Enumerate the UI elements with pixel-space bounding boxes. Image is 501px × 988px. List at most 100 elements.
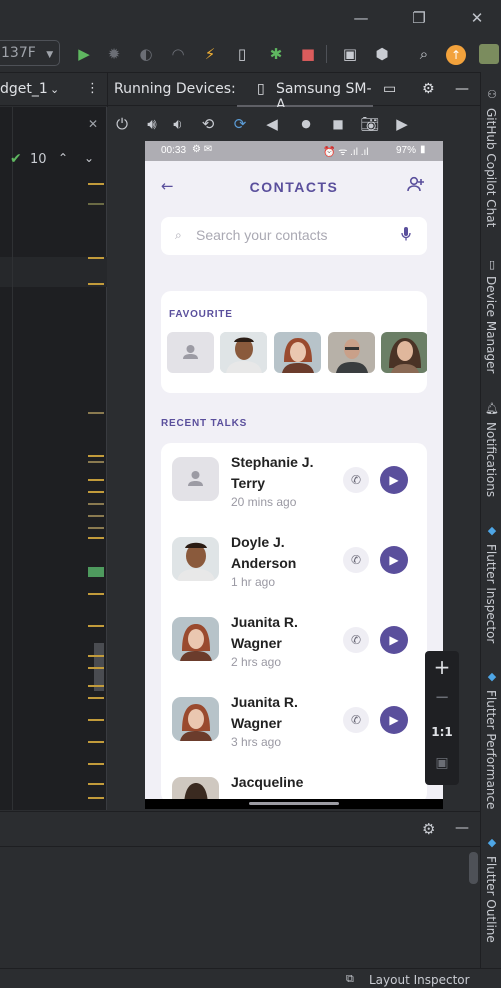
microphone-icon[interactable] — [401, 227, 411, 246]
volume-down-icon[interactable]: 🔉︎ — [168, 114, 188, 134]
video-call-button[interactable]: ▶ — [380, 546, 408, 574]
zoom-in-button[interactable]: + — [425, 655, 459, 679]
run-icon[interactable]: ▶ — [74, 44, 94, 64]
video-call-button[interactable]: ▶ — [380, 706, 408, 734]
tool-device-manager[interactable]: Device Manager — [484, 276, 498, 373]
more-options-icon[interactable]: ⋮ — [86, 81, 99, 96]
zoom-fit-button[interactable]: ▣ — [425, 755, 459, 771]
list-item[interactable]: Jacqueline — [161, 763, 427, 799]
call-button[interactable]: ✆ — [343, 707, 369, 733]
gutter-marker[interactable] — [88, 455, 104, 457]
favourite-avatar[interactable] — [328, 332, 375, 373]
gutter-marker[interactable] — [88, 783, 104, 785]
close-icon[interactable]: ✕ — [466, 8, 488, 28]
zoom-actual-size-button[interactable]: 1:1 — [425, 725, 459, 739]
device-manager-icon[interactable]: ▣ — [340, 44, 360, 64]
debug-icon[interactable]: ✹ — [104, 44, 124, 64]
tool-flutter-outline[interactable]: Flutter Outline — [484, 856, 498, 943]
gutter-marker[interactable] — [88, 625, 104, 627]
gutter-marker[interactable] — [88, 741, 104, 743]
overview-icon[interactable]: ■ — [328, 114, 348, 134]
call-button[interactable]: ✆ — [343, 467, 369, 493]
gutter-marker[interactable] — [88, 719, 104, 721]
gutter-marker[interactable] — [88, 412, 104, 414]
gutter-marker[interactable] — [88, 461, 104, 463]
tool-github-copilot-chat[interactable]: GitHub Copilot Chat — [484, 108, 498, 227]
restore-icon[interactable]: ❐ — [408, 8, 430, 28]
tool-notifications[interactable]: Notifications — [484, 422, 498, 497]
gutter-marker[interactable] — [88, 667, 104, 669]
profiler-icon[interactable]: ◠ — [168, 44, 188, 64]
chevron-down-icon[interactable]: ⌄ — [50, 83, 59, 96]
layout-inspector-icon[interactable]: ⧉ — [346, 972, 354, 986]
gutter-marker[interactable] — [88, 203, 104, 205]
video-call-button[interactable]: ▶ — [380, 626, 408, 654]
gear-icon[interactable]: ⚙ — [422, 820, 435, 838]
video-call-button[interactable]: ▶ — [380, 466, 408, 494]
gesture-nav-bar[interactable] — [249, 802, 339, 805]
back-icon[interactable]: ◀ — [262, 114, 282, 134]
list-item[interactable]: Juanita R. Wagner 3 hrs ago ✆ ▶ — [161, 683, 427, 763]
gutter-marker[interactable] — [88, 527, 104, 529]
list-item[interactable]: Stephanie J. Terry 20 mins ago ✆ ▶ — [161, 443, 427, 523]
gutter-marker[interactable] — [88, 183, 104, 185]
layout-inspector-label[interactable]: Layout Inspector — [369, 973, 470, 987]
list-item[interactable]: Doyle J. Anderson 1 hr ago ✆ ▶ — [161, 523, 427, 603]
sdk-manager-icon[interactable]: ⬢ — [372, 44, 392, 64]
gutter-marker[interactable] — [88, 655, 104, 657]
chevron-up-icon[interactable]: ⌃ — [58, 151, 68, 165]
gutter-marker[interactable] — [88, 479, 104, 481]
flutter-icon[interactable]: ◆ — [485, 836, 499, 850]
gutter-marker[interactable] — [88, 515, 104, 517]
gutter-marker[interactable] — [88, 797, 104, 799]
home-icon[interactable]: ● — [296, 114, 316, 134]
gutter-marker[interactable] — [88, 567, 104, 577]
bell-icon[interactable]: 🔔︎ — [485, 402, 499, 416]
attach-debugger-icon[interactable]: ✱ — [266, 44, 286, 64]
scrollbar[interactable] — [469, 852, 478, 884]
favourite-avatar[interactable] — [381, 332, 427, 373]
favourite-avatar-placeholder[interactable] — [167, 332, 214, 373]
screenshot-icon[interactable]: 📷︎ — [360, 114, 380, 134]
hot-reload-icon[interactable]: ⚡ — [200, 44, 220, 64]
avatar[interactable] — [479, 44, 499, 64]
editor-tab-label[interactable]: dget_1 — [0, 81, 48, 97]
update-icon[interactable]: ↑ — [446, 45, 466, 65]
apply-changes-icon[interactable]: ▯ — [232, 44, 252, 64]
gutter-marker[interactable] — [88, 697, 104, 699]
rotate-left-icon[interactable]: ⟲ — [198, 114, 218, 134]
gutter-marker[interactable] — [88, 593, 104, 595]
tab-samsung-device[interactable]: ▯ Samsung SM-A — [237, 73, 373, 113]
power-icon[interactable]: ⏻ — [112, 114, 132, 134]
tool-flutter-performance[interactable]: Flutter Performance — [484, 690, 498, 809]
search-input[interactable]: ⌕ Search your contacts — [161, 217, 427, 255]
favourite-avatar[interactable] — [274, 332, 321, 373]
gutter-marker[interactable] — [88, 491, 104, 493]
gear-icon[interactable]: ⚙ — [422, 81, 435, 97]
gutter-marker[interactable] — [88, 537, 104, 539]
rotate-right-icon[interactable]: ⟳ — [230, 114, 250, 134]
minimize-icon[interactable]: — — [350, 8, 372, 28]
call-button[interactable]: ✆ — [343, 627, 369, 653]
gutter-marker[interactable] — [88, 763, 104, 765]
new-tab-icon[interactable]: ▭ — [383, 81, 396, 97]
gutter-marker[interactable] — [88, 503, 104, 505]
coverage-icon[interactable]: ◐ — [136, 44, 156, 64]
gutter-marker[interactable] — [88, 685, 104, 687]
gutter-marker[interactable] — [88, 283, 104, 285]
call-button[interactable]: ✆ — [343, 547, 369, 573]
list-item[interactable]: Juanita R. Wagner 2 hrs ago ✆ ▶ — [161, 603, 427, 683]
chevron-down-icon[interactable]: ⌄ — [84, 151, 94, 165]
stop-icon[interactable]: ■ — [298, 44, 318, 64]
copilot-icon[interactable]: ⚇ — [485, 88, 499, 102]
flutter-icon[interactable]: ◆ — [485, 670, 499, 684]
volume-up-icon[interactable]: 🔊︎ — [142, 114, 162, 134]
gutter-marker[interactable] — [88, 257, 104, 259]
close-icon[interactable]: ✕ — [88, 117, 98, 131]
inspection-check-icon[interactable]: ✔ — [10, 151, 22, 167]
device-manager-icon[interactable]: ▯ — [485, 258, 499, 272]
screen-record-icon[interactable]: ▶ — [392, 114, 412, 134]
flutter-icon[interactable]: ◆ — [485, 524, 499, 538]
device-selector[interactable]: 137F ▼ — [0, 40, 60, 66]
zoom-out-button[interactable]: − — [425, 687, 459, 708]
